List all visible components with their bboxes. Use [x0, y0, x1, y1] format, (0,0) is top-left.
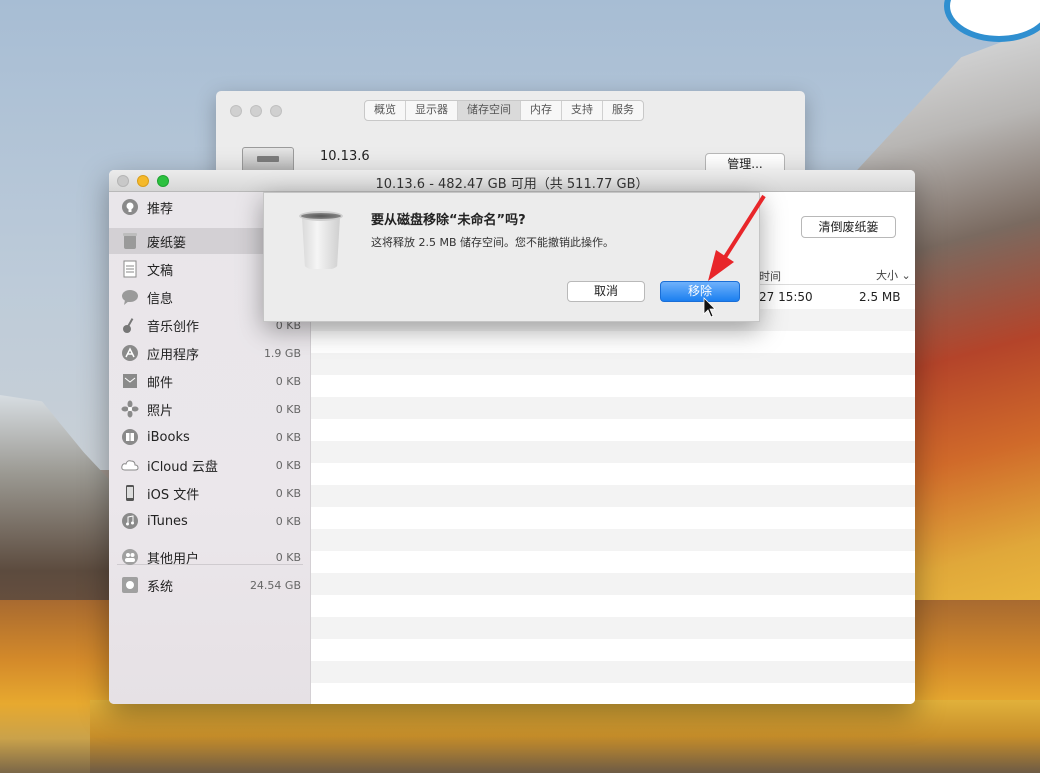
mail-icon [121, 372, 139, 390]
sidebar-item-label: 邮件 [147, 375, 174, 391]
cloud-icon [121, 456, 139, 474]
sidebar-item-label: 推荐 [147, 201, 174, 217]
sidebar-item-label: iBooks [147, 429, 190, 445]
sidebar-item-label: 信息 [147, 291, 174, 307]
sidebar-item-label: 音乐创作 [147, 319, 200, 335]
dialog-message: 这将释放 2.5 MB 储存空间。您不能撤销此操作。 [371, 236, 615, 249]
sidebar-item-size: 0 KB [275, 486, 301, 500]
sidebar-item-system[interactable]: 系统 24.54 GB [109, 572, 311, 598]
book-icon [121, 428, 139, 446]
window-title: 10.13.6 - 482.47 GB 可用（共 511.77 GB） [375, 177, 649, 192]
music-icon [121, 512, 139, 530]
sidebar-item-label: 照片 [147, 403, 174, 419]
sidebar-item-label: 其他用户 [147, 551, 200, 567]
tab-support[interactable]: 支持 [562, 101, 603, 120]
sidebar-item-label: 系统 [147, 579, 174, 595]
table-row-stripe [311, 353, 915, 375]
table-cell-size[interactable]: 2.5 MB [859, 290, 900, 304]
back-close-button[interactable] [230, 105, 242, 117]
disk-icon [121, 576, 139, 594]
sidebar-item-size: 0 KB [275, 402, 301, 416]
disk-version-label: 10.13.6 [320, 149, 370, 164]
table-row-stripe [311, 441, 915, 463]
sidebar-item-label: iCloud 云盘 [147, 459, 218, 475]
table-row-stripe [311, 485, 915, 507]
sidebar-item-applications[interactable]: 应用程序 1.9 GB [109, 340, 311, 366]
full-trash-icon [299, 211, 343, 269]
sidebar-item-size: 0 KB [275, 550, 301, 564]
sidebar-item-itunes[interactable]: iTunes 0 KB [109, 508, 311, 534]
sidebar-item-label: iOS 文件 [147, 487, 200, 503]
message-icon [121, 288, 139, 306]
sidebar-item-other-users[interactable]: 其他用户 0 KB [109, 544, 311, 570]
empty-trash-button[interactable]: 清倒废纸篓 [801, 216, 896, 238]
remove-button[interactable]: 移除 [660, 281, 740, 302]
table-row-stripe [311, 617, 915, 639]
users-icon [121, 548, 139, 566]
sidebar-item-label: iTunes [147, 513, 188, 529]
sidebar-item-size: 1.9 GB [263, 346, 301, 360]
column-header-size[interactable]: 大小 ⌄ [876, 267, 911, 283]
sidebar-item-mail[interactable]: 邮件 0 KB [109, 368, 311, 394]
sidebar-item-label: 文稿 [147, 263, 174, 279]
trash-icon [121, 232, 139, 250]
cancel-button[interactable]: 取消 [567, 281, 645, 302]
sidebar-item-size: 24.54 GB [249, 578, 301, 592]
phone-icon [121, 484, 139, 502]
photos-icon [121, 400, 139, 418]
sidebar-item-label: 废纸篓 [147, 235, 187, 251]
back-window-traffic-lights [230, 105, 282, 117]
remove-confirm-dialog: 要从磁盘移除“未命名”吗? 这将释放 2.5 MB 储存空间。您不能撤销此操作。… [263, 192, 760, 322]
sidebar-item-size: 0 KB [275, 430, 301, 444]
back-minimize-button[interactable] [250, 105, 262, 117]
window-titlebar[interactable]: 10.13.6 - 482.47 GB 可用（共 511.77 GB） [109, 170, 915, 192]
table-row-stripe [311, 397, 915, 419]
trash-can-body [302, 217, 340, 269]
tab-storage[interactable]: 储存空间 [458, 101, 521, 120]
sidebar-item-label: 应用程序 [147, 347, 200, 363]
tab-memory[interactable]: 内存 [521, 101, 562, 120]
sidebar-item-icloud[interactable]: iCloud 云盘 0 KB [109, 452, 311, 478]
about-tabs: 概览 显示器 储存空间 内存 支持 服务 [364, 100, 644, 121]
table-row-stripe [311, 573, 915, 595]
column-header-time[interactable]: 时间 [759, 268, 781, 284]
tab-displays[interactable]: 显示器 [406, 101, 458, 120]
app-store-icon [121, 344, 139, 362]
trash-can-rim [299, 211, 343, 221]
wallpaper-foliage-front [90, 700, 1040, 773]
document-icon [121, 260, 139, 278]
tab-overview[interactable]: 概览 [365, 101, 406, 120]
sidebar-item-ibooks[interactable]: iBooks 0 KB [109, 424, 311, 450]
sidebar-item-photos[interactable]: 照片 0 KB [109, 396, 311, 422]
sidebar-item-size: 0 KB [275, 458, 301, 472]
back-zoom-button[interactable] [270, 105, 282, 117]
table-row-stripe [311, 661, 915, 683]
dialog-title: 要从磁盘移除“未命名”吗? [371, 213, 526, 228]
guitar-icon [121, 316, 139, 334]
table-row-stripe [311, 529, 915, 551]
sidebar-item-ios-files[interactable]: iOS 文件 0 KB [109, 480, 311, 506]
lightbulb-icon [121, 198, 139, 216]
sidebar-item-size: 0 KB [275, 514, 301, 528]
table-cell-time[interactable]: 27 15:50 [759, 290, 813, 304]
tab-service[interactable]: 服务 [603, 101, 643, 120]
sidebar-item-size: 0 KB [275, 374, 301, 388]
